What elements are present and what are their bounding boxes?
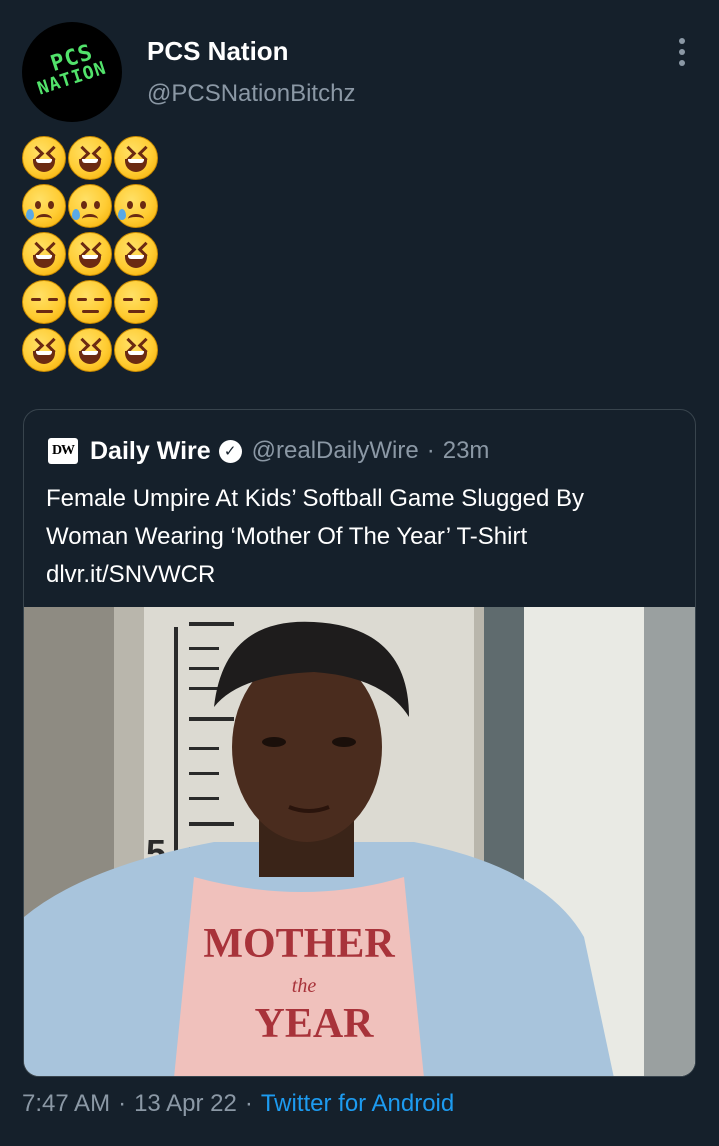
grinning-squinting-face-icon	[68, 232, 112, 276]
expressionless-face-icon	[22, 280, 66, 324]
dot	[679, 38, 685, 44]
sad-but-relieved-face-icon	[22, 184, 66, 228]
quoted-tweet-text: Female Umpire At Kids’ Softball Game Slu…	[46, 480, 686, 594]
grinning-squinting-face-icon	[114, 328, 158, 372]
shirt-text-1: MOTHER	[203, 921, 395, 967]
grinning-squinting-face-icon	[22, 328, 66, 372]
quoted-tweet-card[interactable]: DW Daily Wire ✓ @realDailyWire · 23m Fem…	[23, 409, 696, 1077]
separator-dot: ·	[426, 437, 435, 464]
more-options-icon[interactable]	[667, 34, 697, 70]
quoted-author-name: Daily Wire	[90, 436, 211, 465]
emoji-row	[22, 232, 158, 278]
sad-but-relieved-face-icon	[114, 184, 158, 228]
tweet-text-emoji-grid	[22, 136, 158, 376]
grinning-squinting-face-icon	[22, 136, 66, 180]
quoted-author-handle: @realDailyWire	[251, 437, 419, 464]
quoted-tweet-header: DW Daily Wire ✓ @realDailyWire · 23m	[48, 436, 489, 466]
expressionless-face-icon	[114, 280, 158, 324]
tweet-header: PCS NATION PCS Nation @PCSNationBitchz	[0, 0, 719, 130]
expressionless-face-icon	[68, 280, 112, 324]
quoted-text-line: Female Umpire At Kids’ Softball Game Slu…	[46, 485, 585, 512]
grinning-squinting-face-icon	[22, 232, 66, 276]
grinning-squinting-face-icon	[114, 232, 158, 276]
dot	[679, 60, 685, 66]
shirt-text-3: YEAR	[254, 1001, 374, 1047]
avatar[interactable]: PCS NATION	[22, 22, 122, 122]
emoji-row	[22, 136, 158, 182]
mugshot-photo[interactable]: 5 MOTHER the YEAR	[24, 607, 696, 1077]
author-display-name[interactable]: PCS Nation	[147, 36, 289, 67]
quoted-text-line: Woman Wearing ‘Mother Of The Year’ T-Shi…	[46, 523, 528, 550]
grinning-squinting-face-icon	[68, 136, 112, 180]
tweet-meta: 7:47 AM · 13 Apr 22 · Twitter for Android	[22, 1090, 454, 1118]
emoji-row	[22, 184, 158, 230]
separator-dot: ·	[244, 1090, 253, 1117]
dot	[679, 49, 685, 55]
daily-wire-logo: DW	[48, 438, 78, 464]
emoji-row	[22, 328, 158, 374]
shirt-text-2: the	[292, 975, 317, 997]
emoji-row	[22, 280, 158, 326]
sad-but-relieved-face-icon	[68, 184, 112, 228]
author-handle[interactable]: @PCSNationBitchz	[147, 80, 355, 108]
tweet-source-link[interactable]: Twitter for Android	[261, 1090, 454, 1117]
quoted-timestamp: 23m	[442, 437, 490, 464]
grinning-squinting-face-icon	[68, 328, 112, 372]
tweet-time[interactable]: 7:47 AM	[22, 1090, 110, 1117]
quoted-link: dlvr.it/SNVWCR	[46, 561, 216, 588]
grinning-squinting-face-icon	[114, 136, 158, 180]
verified-badge-icon: ✓	[218, 439, 242, 463]
tweet-date[interactable]: 13 Apr 22	[134, 1090, 237, 1117]
separator-dot: ·	[118, 1090, 127, 1117]
